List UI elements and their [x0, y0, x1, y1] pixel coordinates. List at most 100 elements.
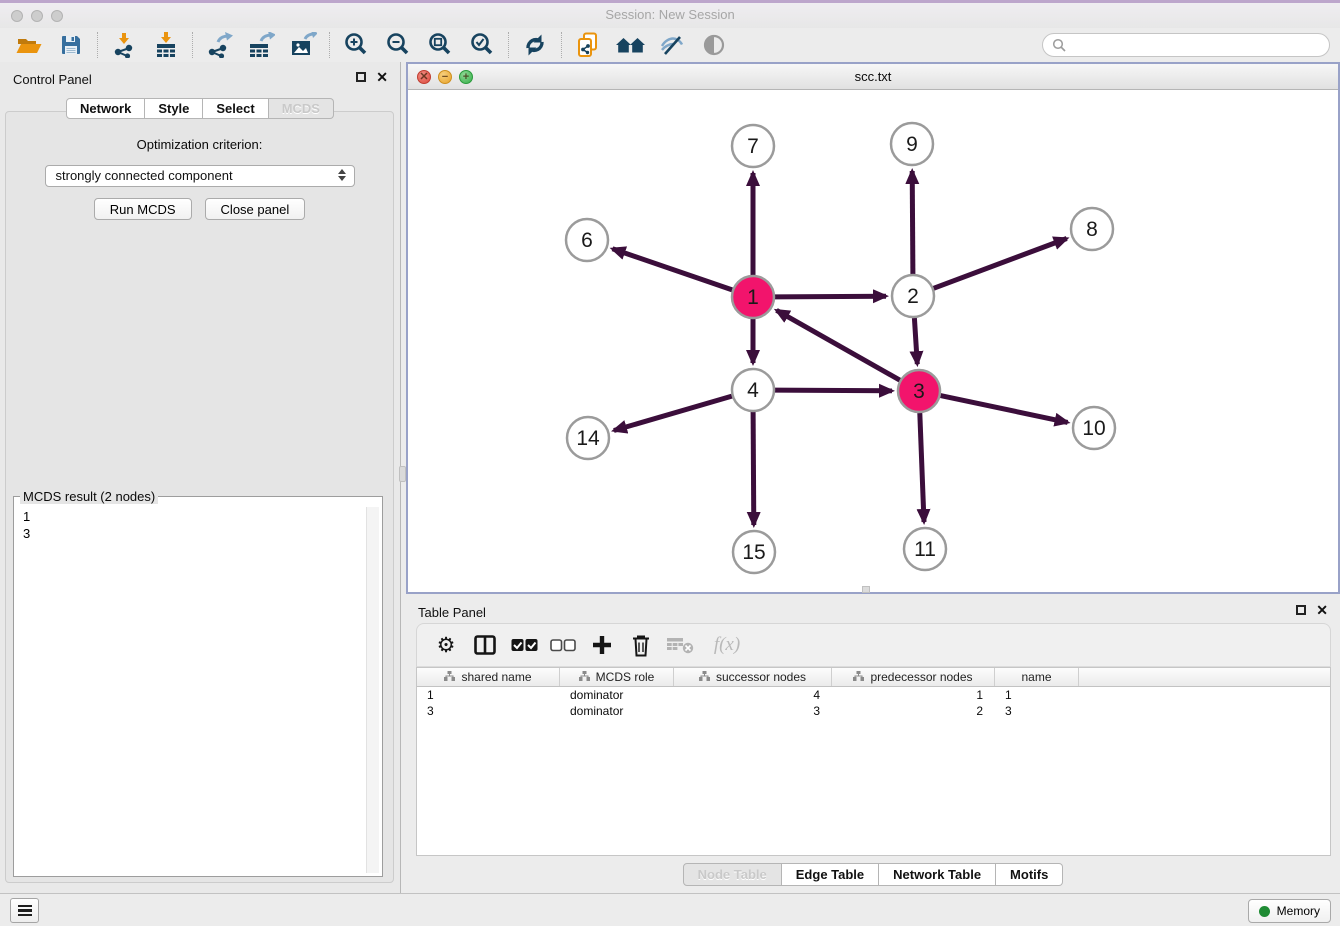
task-history-button[interactable]	[10, 898, 39, 923]
search-input[interactable]	[1072, 36, 1320, 54]
cell-MCDS-role: dominator	[560, 688, 674, 702]
edge-3-to-11[interactable]	[920, 413, 924, 522]
create-column-button[interactable]	[587, 630, 617, 660]
table-row[interactable]: 3dominator323	[417, 703, 1330, 719]
level-of-detail-button[interactable]	[693, 30, 735, 60]
mcds-result-area[interactable]: 1 3	[17, 507, 379, 873]
edge-3-to-1[interactable]	[777, 310, 900, 380]
close-panel-icon[interactable]: ✕	[376, 71, 388, 83]
trash-icon	[631, 634, 651, 657]
node-label-3: 3	[913, 380, 925, 403]
search-box[interactable]	[1042, 33, 1330, 57]
result-scrollbar[interactable]	[366, 507, 379, 873]
column-header-name[interactable]: name	[995, 668, 1079, 686]
minimize-window-icon[interactable]	[31, 10, 43, 22]
splitter-handle-horizontal[interactable]	[862, 586, 870, 593]
first-neighbors-button[interactable]	[609, 30, 651, 60]
gear-icon: ⚙	[437, 635, 456, 656]
delete-column-button[interactable]	[626, 630, 656, 660]
save-session-button[interactable]	[50, 30, 92, 60]
edge-2-to-9[interactable]	[912, 171, 913, 274]
close-table-panel-icon[interactable]: ✕	[1316, 604, 1328, 616]
network-window: ✕ − + scc.txt 7968124314101511	[406, 62, 1340, 594]
edge-1-to-2[interactable]	[775, 296, 886, 297]
float-table-panel-icon[interactable]	[1296, 605, 1306, 615]
node-table-header: shared nameMCDS rolesuccessor nodesprede…	[417, 668, 1330, 687]
network-window-titlebar[interactable]: ✕ − + scc.txt	[408, 64, 1338, 90]
criterion-selected-value: strongly connected component	[56, 168, 233, 183]
window-controls	[11, 10, 63, 22]
zoom-in-icon	[343, 32, 369, 58]
close-panel-button[interactable]: Close panel	[205, 198, 306, 220]
node-label-9: 9	[906, 133, 918, 156]
export-table-button[interactable]	[240, 30, 282, 60]
main-toolbar	[0, 28, 1340, 62]
table-row[interactable]: 1dominator411	[417, 687, 1330, 703]
search-icon	[1052, 38, 1066, 52]
delete-table-button[interactable]	[665, 630, 695, 660]
run-mcds-button[interactable]: Run MCDS	[94, 198, 192, 220]
tab-network[interactable]: Network	[66, 98, 145, 119]
new-network-from-selection-button[interactable]	[567, 30, 609, 60]
export-network-button[interactable]	[198, 30, 240, 60]
column-header-predecessor-nodes[interactable]: predecessor nodes	[832, 668, 995, 686]
node-label-4: 4	[747, 379, 759, 402]
tab-style[interactable]: Style	[145, 98, 203, 119]
memory-button[interactable]: Memory	[1248, 899, 1331, 923]
export-table-icon	[247, 32, 275, 58]
table-settings-button[interactable]: ⚙	[431, 630, 461, 660]
open-folder-icon	[15, 33, 43, 57]
edge-4-to-15[interactable]	[753, 412, 754, 525]
tab-network-table[interactable]: Network Table	[879, 863, 996, 886]
hide-graphics-details-button[interactable]	[651, 30, 693, 60]
select-all-columns-button[interactable]	[509, 630, 539, 660]
zoom-in-button[interactable]	[335, 30, 377, 60]
zoom-window-icon[interactable]	[51, 10, 63, 22]
toolbar-separator	[329, 32, 330, 58]
tab-node-table[interactable]: Node Table	[683, 863, 782, 886]
column-header-successor-nodes[interactable]: successor nodes	[674, 668, 832, 686]
cell-predecessor-nodes: 2	[832, 704, 995, 718]
refresh-icon	[522, 32, 548, 58]
edge-4-to-3[interactable]	[775, 390, 892, 391]
column-header-shared-name[interactable]: shared name	[417, 668, 560, 686]
zoom-fit-icon	[427, 32, 453, 58]
network-canvas[interactable]: 7968124314101511	[408, 90, 1338, 592]
maximize-network-icon[interactable]: +	[459, 70, 473, 84]
open-file-button[interactable]	[8, 30, 50, 60]
edge-3-to-10[interactable]	[941, 396, 1068, 423]
close-window-icon[interactable]	[11, 10, 23, 22]
apply-layout-button[interactable]	[514, 30, 556, 60]
zoom-out-button[interactable]	[377, 30, 419, 60]
zoom-fit-button[interactable]	[419, 30, 461, 60]
close-network-icon[interactable]: ✕	[417, 70, 431, 84]
import-table-button[interactable]	[145, 30, 187, 60]
function-builder-button[interactable]: f(x)	[704, 630, 750, 660]
tree-icon	[699, 670, 710, 684]
tab-motifs[interactable]: Motifs	[996, 863, 1063, 886]
edge-4-to-14[interactable]	[614, 396, 732, 430]
edge-2-to-3[interactable]	[914, 318, 917, 364]
node-label-1: 1	[747, 286, 759, 309]
import-network-button[interactable]	[103, 30, 145, 60]
control-panel-tabs: NetworkStyleSelectMCDS	[0, 98, 400, 119]
network-window-controls: ✕ − +	[417, 70, 473, 84]
unselect-all-columns-button[interactable]	[548, 630, 578, 660]
delete-table-icon	[667, 636, 694, 654]
column-header-MCDS-role[interactable]: MCDS role	[560, 668, 674, 686]
export-image-button[interactable]	[282, 30, 324, 60]
tab-mcds[interactable]: MCDS	[269, 98, 334, 119]
tab-select[interactable]: Select	[203, 98, 268, 119]
splitter-handle-vertical[interactable]	[399, 466, 406, 482]
network-graph-svg: 7968124314101511	[408, 90, 1338, 593]
float-panel-icon[interactable]	[356, 72, 366, 82]
criterion-select[interactable]: strongly connected component	[45, 165, 355, 187]
minimize-network-icon[interactable]: −	[438, 70, 452, 84]
tab-edge-table[interactable]: Edge Table	[782, 863, 879, 886]
zoom-selected-button[interactable]	[461, 30, 503, 60]
plus-icon	[591, 634, 613, 656]
edge-1-to-6[interactable]	[613, 249, 733, 290]
show-column-button[interactable]	[470, 630, 500, 660]
clone-network-icon	[575, 32, 601, 58]
edge-2-to-8[interactable]	[934, 239, 1067, 289]
